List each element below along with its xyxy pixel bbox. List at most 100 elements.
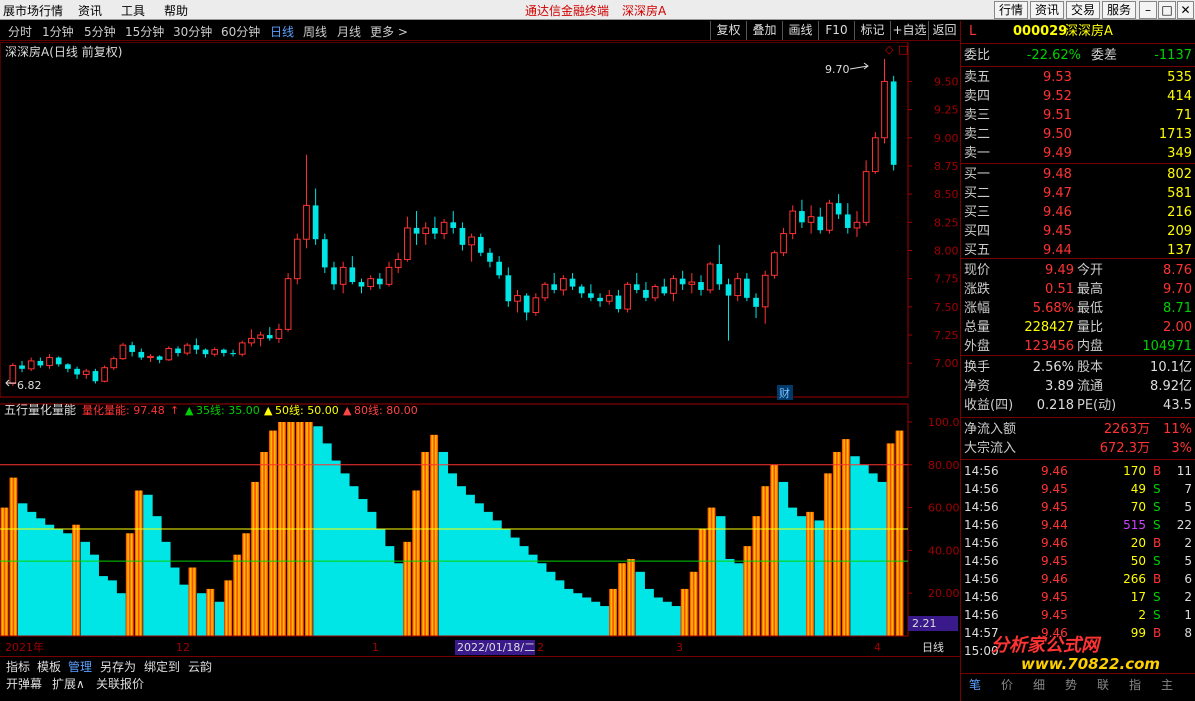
tick-volume: 20 xyxy=(1130,536,1146,550)
add-favorite-button[interactable]: +自选 xyxy=(890,21,928,40)
price-tick-label: 8.25 xyxy=(934,216,959,229)
bid-volume: 216 xyxy=(1167,205,1192,220)
tick-price: 9.44 xyxy=(1041,518,1068,532)
candle-body xyxy=(138,351,145,358)
stat-label: 内盘 xyxy=(1077,339,1104,354)
candle-body xyxy=(9,364,17,384)
indicator-toolbar-item[interactable]: 模板 xyxy=(37,658,61,675)
indicator-toolbar-item[interactable]: 管理 xyxy=(68,658,92,675)
quote-tab[interactable]: 指 xyxy=(1129,676,1141,693)
period-daily[interactable]: 日线 xyxy=(270,23,294,40)
tick-price: 9.46 xyxy=(1041,626,1068,640)
period-more[interactable]: 更多 > xyxy=(370,23,408,40)
period-toolbar: 分时 1分钟 5分钟 15分钟 30分钟 60分钟 日线 周线 月线 更多 > … xyxy=(0,21,960,41)
indicator-toolbar-item[interactable]: 云韵 xyxy=(188,658,212,675)
tick-volume: 170 xyxy=(1123,464,1146,478)
back-button[interactable]: 返回 xyxy=(928,21,960,40)
candle-body xyxy=(183,344,191,354)
candle-body xyxy=(706,263,714,291)
indicator-bar xyxy=(403,541,412,636)
indicator-bar xyxy=(554,580,565,636)
tick-direction: S xyxy=(1153,590,1161,604)
candle-body xyxy=(119,344,127,360)
ask-volume: 349 xyxy=(1167,146,1192,161)
extension-toolbar-item[interactable]: 开弹幕 xyxy=(6,675,42,692)
news-button[interactable]: 资讯 xyxy=(1030,1,1064,19)
restore-rights-button[interactable]: 复权 xyxy=(710,21,746,40)
flow-percent: 11% xyxy=(1163,422,1192,437)
quote-tab[interactable]: 笔 xyxy=(969,676,981,693)
quote-tab[interactable]: 势 xyxy=(1065,676,1077,693)
stat-value: 9.70 xyxy=(1163,282,1192,297)
diamond-icon[interactable]: ◇ xyxy=(885,43,894,56)
indicator-bar xyxy=(680,588,689,636)
quote-tab[interactable]: 主 xyxy=(1161,676,1173,693)
indicator-toolbar-item[interactable]: 另存为 xyxy=(100,658,136,675)
indicator-bar xyxy=(492,520,502,636)
tick-count: 1 xyxy=(1184,608,1192,622)
candle-body xyxy=(468,236,475,246)
candle-body xyxy=(670,278,677,294)
extension-toolbar-item[interactable]: 扩展∧ xyxy=(52,675,85,692)
menu-info[interactable]: 资讯 xyxy=(78,2,102,19)
period-60min[interactable]: 60分钟 xyxy=(221,23,260,40)
high-price-label: 9.70 xyxy=(825,63,850,76)
period-30min[interactable]: 30分钟 xyxy=(173,23,212,40)
candle-body xyxy=(771,252,778,276)
minimize-icon[interactable]: – xyxy=(1139,1,1157,19)
indicator-bar xyxy=(170,567,180,636)
mark-button[interactable]: 标记 xyxy=(854,21,890,40)
date-cursor-label: 2022/01/18/二 xyxy=(457,641,535,654)
tick-direction: S xyxy=(1153,554,1161,568)
period-fenshi[interactable]: 分时 xyxy=(8,23,32,40)
candle-body xyxy=(615,295,622,310)
tick-count: 7 xyxy=(1184,482,1192,496)
overlay-button[interactable]: 叠加 xyxy=(746,21,782,40)
menu-help[interactable]: 帮助 xyxy=(164,2,188,19)
flow-value: 2263万 xyxy=(1103,422,1150,437)
indicator-bar xyxy=(778,481,789,636)
quote-tab[interactable]: 联 xyxy=(1097,676,1109,693)
period-monthly[interactable]: 月线 xyxy=(337,23,361,40)
quote-button[interactable]: 行情 xyxy=(994,1,1028,19)
trade-button[interactable]: 交易 xyxy=(1066,1,1100,19)
window-icon[interactable]: □ xyxy=(898,43,908,56)
extension-toolbar-item[interactable]: 关联报价 xyxy=(96,675,144,692)
price-tick-label: 9.50 xyxy=(934,75,959,88)
period-5min[interactable]: 5分钟 xyxy=(84,23,116,40)
quote-tab[interactable]: 细 xyxy=(1033,676,1045,693)
f10-button[interactable]: F10 xyxy=(818,21,854,40)
tick-count: 8 xyxy=(1184,626,1192,640)
draw-line-button[interactable]: 画线 xyxy=(782,21,818,40)
candle-body xyxy=(156,356,163,360)
indicator-bar xyxy=(689,571,698,636)
tick-row: 14:56 9.45 17 S 2 xyxy=(961,588,1195,606)
restore-icon[interactable]: □ xyxy=(1158,1,1176,19)
stat-value: 2.00 xyxy=(1163,320,1192,335)
stat-label: 净资 xyxy=(964,379,991,394)
period-weekly[interactable]: 周线 xyxy=(303,23,327,40)
close-icon[interactable]: ✕ xyxy=(1177,1,1194,19)
date-month-3: 3 xyxy=(676,641,683,654)
menu-tools[interactable]: 工具 xyxy=(121,2,145,19)
indicator-toolbar-item[interactable]: 指标 xyxy=(6,658,30,675)
service-button[interactable]: 服务 xyxy=(1102,1,1136,19)
indicator-toolbar-item[interactable]: 绑定到 xyxy=(144,658,180,675)
period-15min[interactable]: 15分钟 xyxy=(125,23,164,40)
indicator-bar xyxy=(868,473,878,636)
indicator-bar xyxy=(80,541,91,636)
price-tick-label: 7.75 xyxy=(934,273,959,286)
tick-volume: 2 xyxy=(1138,608,1146,622)
stat-value: 8.92亿 xyxy=(1150,379,1192,394)
tick-volume: 515 xyxy=(1123,518,1146,532)
price-tick-label: 9.25 xyxy=(934,104,959,117)
tick-count: 5 xyxy=(1184,500,1192,514)
candle-body xyxy=(165,348,173,361)
quote-tab[interactable]: 价 xyxy=(1001,676,1013,693)
ask-row: 卖四 9.52 414 xyxy=(961,88,1195,106)
menu-market[interactable]: 展市场行情 xyxy=(3,2,63,19)
chart-area[interactable]: 9.50 9.25 9.00 8.75 8.50 8.25 8.00 7.75 7.50 7.25… xyxy=(0,42,960,656)
period-1min[interactable]: 1分钟 xyxy=(42,23,74,40)
candle-body xyxy=(312,205,319,240)
tick-direction: S xyxy=(1153,608,1161,622)
